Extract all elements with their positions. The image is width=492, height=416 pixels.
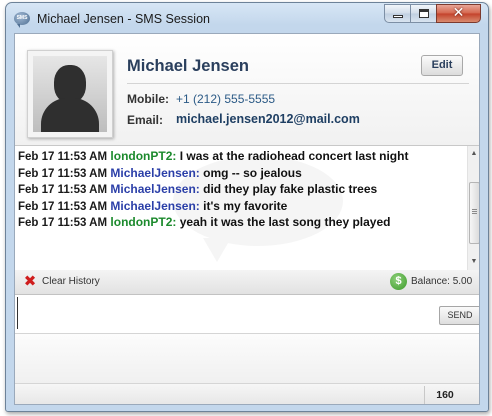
avatar-frame: [27, 50, 113, 138]
message-composer: SEND: [15, 295, 479, 334]
chat-history[interactable]: Feb 17 11:53 AM londonPT2: I was at the …: [15, 145, 479, 271]
message-timestamp: Feb 17 11:53 AM: [18, 184, 108, 196]
avatar-body: [41, 98, 99, 132]
composer-spacer-panel: [15, 334, 479, 384]
message-text: I was at the radiohead concert last nigh…: [179, 149, 409, 163]
mobile-number: +1 (212) 555-5555: [176, 92, 276, 106]
sms-session-window: SMS Michael Jensen - SMS Session ✕ Micha…: [5, 2, 489, 412]
maximize-icon: [419, 9, 429, 18]
sms-app-icon: SMS: [14, 12, 30, 28]
edit-contact-button[interactable]: Edit: [421, 55, 463, 76]
mobile-label: Mobile:: [127, 92, 169, 106]
message-sender: londonPT2:: [110, 149, 177, 163]
message-row: Feb 17 11:53 AM londonPT2: yeah it was t…: [18, 214, 466, 231]
minimize-button[interactable]: [384, 4, 411, 23]
message-row: Feb 17 11:53 AM MichaelJensen: omg -- so…: [18, 165, 466, 182]
name-divider: [127, 83, 469, 84]
send-button[interactable]: SEND: [439, 306, 479, 325]
scrollbar-thumb[interactable]: [469, 182, 479, 244]
message-sender: MichaelJensen:: [110, 198, 200, 213]
chat-bubble-watermark-tail: [203, 238, 231, 262]
title-bar[interactable]: SMS Michael Jensen - SMS Session ✕: [6, 3, 488, 33]
clear-history-button[interactable]: Clear History: [42, 276, 100, 287]
balance-label: Balance: 5.00: [411, 276, 473, 287]
message-text: it's my favorite: [203, 198, 288, 213]
message-row: Feb 17 11:53 AM MichaelJensen: it's my f…: [18, 198, 466, 215]
scroll-down-arrow-icon[interactable]: ▼: [468, 256, 479, 268]
characters-remaining-counter: 160: [436, 389, 454, 401]
message-timestamp: Feb 17 11:53 AM: [18, 167, 108, 180]
message-text: yeah it was the last song they played: [179, 215, 391, 229]
contact-profile-panel: Michael Jensen Edit Mobile: +1 (212) 555…: [15, 34, 479, 145]
message-timestamp: Feb 17 11:53 AM: [18, 200, 108, 213]
email-label: Email:: [127, 113, 164, 127]
message-timestamp: Feb 17 11:53 AM: [18, 217, 108, 229]
close-button[interactable]: ✕: [436, 4, 481, 23]
chat-scrollbar[interactable]: ▲ ▼: [467, 146, 479, 270]
message-sender: MichaelJensen:: [110, 182, 200, 196]
close-icon: ✕: [452, 5, 465, 21]
maximize-button[interactable]: [410, 4, 437, 23]
message-input[interactable]: [17, 297, 432, 329]
dollar-coin-icon: $: [390, 273, 407, 290]
window-client-area: Michael Jensen Edit Mobile: +1 (212) 555…: [14, 33, 480, 405]
scrollbar-grip-icon: [472, 209, 477, 210]
message-list: Feb 17 11:53 AM londonPT2: I was at the …: [18, 148, 466, 231]
scroll-up-arrow-icon[interactable]: ▲: [468, 148, 479, 160]
message-timestamp: Feb 17 11:53 AM: [18, 151, 108, 163]
minimize-icon: [393, 15, 403, 18]
avatar-silhouette-icon: [33, 56, 107, 132]
message-sender: MichaelJensen:: [110, 165, 200, 180]
footer-status-bar: 160: [15, 384, 479, 404]
message-sender: londonPT2:: [110, 215, 177, 229]
email-address: michael.jensen2012@mail.com: [176, 112, 360, 126]
contact-name: Michael Jensen: [127, 57, 249, 75]
message-row: Feb 17 11:53 AM londonPT2: I was at the …: [18, 148, 466, 165]
window-title: Michael Jensen - SMS Session: [37, 12, 210, 26]
clear-history-x-icon[interactable]: ✖: [23, 274, 37, 289]
message-text: omg -- so jealous: [203, 165, 302, 180]
session-toolbar: ✖ Clear History $ Balance: 5.00: [15, 270, 479, 295]
message-text: did they play fake plastic trees: [203, 182, 378, 196]
message-row: Feb 17 11:53 AM MichaelJensen: did they …: [18, 181, 466, 198]
